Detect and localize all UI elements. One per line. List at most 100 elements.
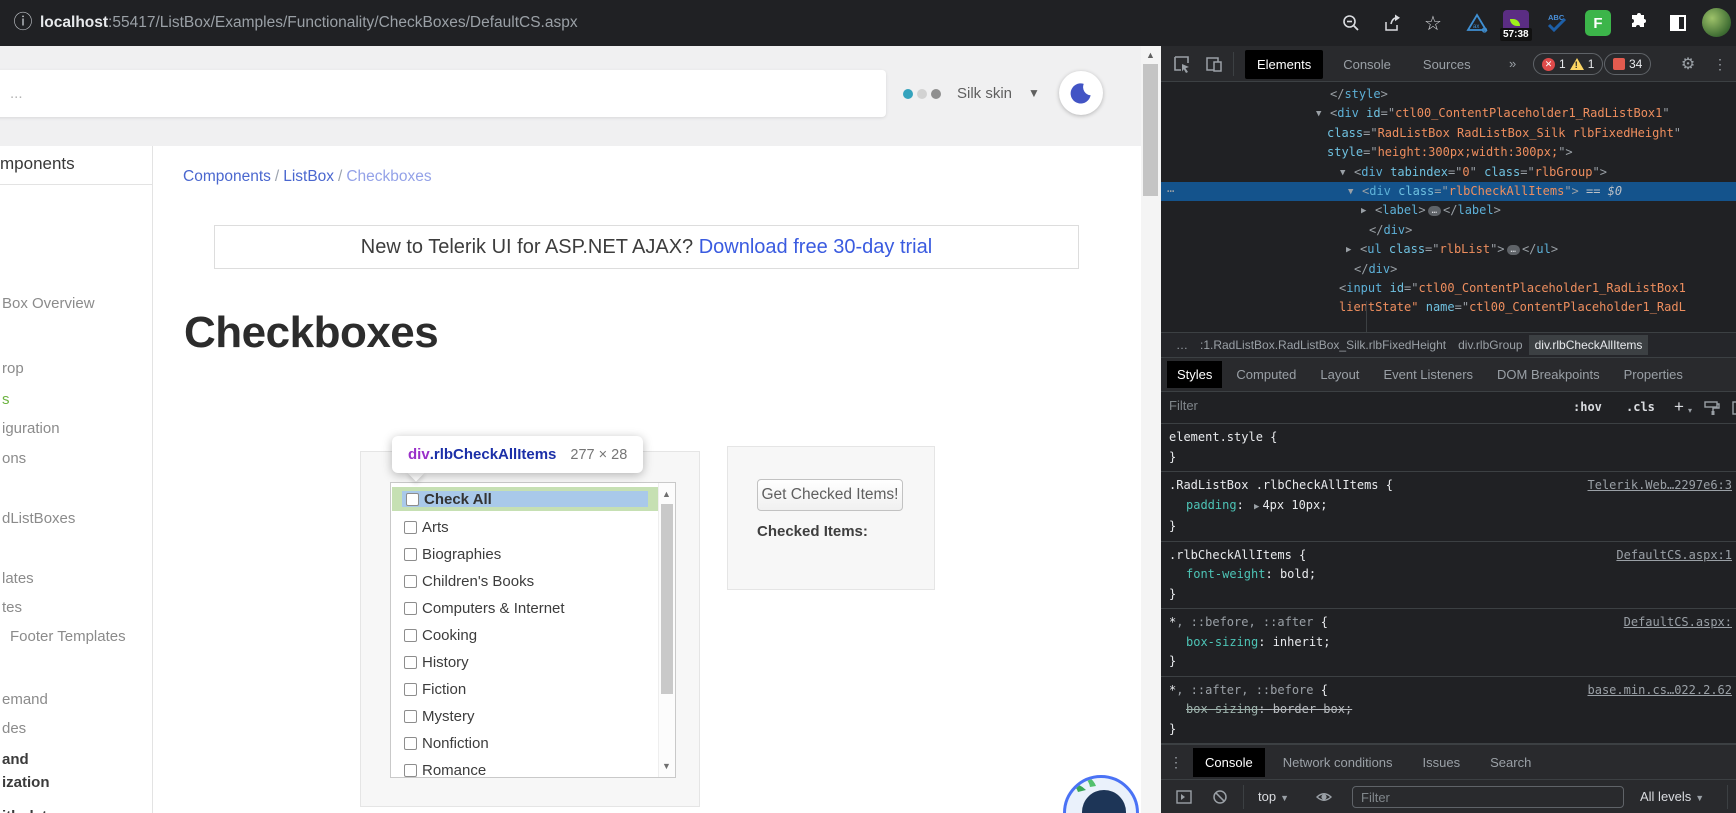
dark-mode-toggle[interactable] — [1059, 71, 1103, 115]
settings-gear-icon[interactable]: ⚙ — [1677, 53, 1699, 75]
spellcheck-extension-icon[interactable]: ABC — [1544, 10, 1570, 36]
cls-toggle[interactable]: .cls — [1626, 400, 1655, 414]
bookmark-star-icon[interactable]: ☆ — [1420, 10, 1446, 36]
chat-widget-avatar[interactable] — [1063, 775, 1139, 813]
tree-node[interactable]: ▼ <div id="ctl00_ContentPlaceholder1_RadL… — [1161, 104, 1736, 123]
listbox-item[interactable]: Biographies — [404, 544, 501, 564]
sidebar-item[interactable]: and — [2, 751, 29, 771]
item-checkbox[interactable] — [404, 709, 417, 723]
dom-breadcrumb-item[interactable]: :1.RadListBox.RadListBox_Silk.rlbFixedHe… — [1194, 335, 1452, 355]
scroll-up-icon[interactable]: ▲ — [662, 489, 671, 499]
node-ellipsis-affordance[interactable]: ⋯ — [1167, 182, 1174, 201]
tab-console[interactable]: Console — [1331, 50, 1403, 79]
sidebar-item[interactable]: rop — [2, 360, 24, 380]
sidebar-item[interactable]: emand — [2, 691, 48, 711]
item-checkbox[interactable] — [404, 655, 417, 669]
get-checked-items-button[interactable]: Get Checked Items! — [757, 479, 903, 511]
css-declaration[interactable]: padding: ▶ 4px 10px; — [1169, 496, 1728, 518]
new-style-rule-button[interactable]: + — [1674, 397, 1684, 417]
item-checkbox[interactable] — [404, 763, 417, 777]
inline-expand-button[interactable]: … — [1506, 244, 1520, 255]
address-url[interactable]: localhost:55417/ListBox/Examples/Functio… — [40, 12, 578, 34]
console-levels-selector[interactable]: All levels ▼ — [1640, 789, 1704, 804]
listbox-item[interactable]: History — [404, 652, 469, 672]
listbox-item[interactable]: Computers & Internet — [404, 598, 565, 618]
tree-node[interactable]: <input id="ctl00_ContentPlaceholder1_Rad… — [1161, 279, 1736, 298]
breadcrumb-item[interactable]: Components — [183, 168, 271, 185]
zoom-out-icon[interactable] — [1338, 10, 1364, 36]
sidebar-item[interactable]: s — [2, 391, 10, 411]
listbox-item[interactable]: Cooking — [404, 625, 477, 645]
stylesheet-source-link[interactable]: base.min.cs…022.2.62 — [1588, 681, 1733, 701]
profile-avatar[interactable] — [1702, 8, 1731, 37]
expand-arrow-closed[interactable]: ▶ — [1361, 202, 1366, 221]
sidebar-item[interactable]: Box Overview — [2, 295, 95, 315]
listbox-item[interactable]: Nonfiction — [404, 733, 489, 753]
css-rule[interactable]: Telerik.Web…2297e6:3 .RadListBox .rlbChec… — [1161, 472, 1736, 542]
axe-extension-icon[interactable]: ax — [1464, 10, 1490, 36]
css-declaration[interactable]: font-weight: bold; — [1169, 565, 1728, 585]
tree-node[interactable]: class="RadListBox RadListBox_Silk rlbFix… — [1161, 124, 1736, 143]
skin-selector-label[interactable]: Silk skin — [957, 84, 1012, 104]
css-rule[interactable]: DefaultCS.aspx:1 .rlbCheckAllItems {font-… — [1161, 542, 1736, 609]
drawer-tab-issues[interactable]: Issues — [1411, 748, 1473, 777]
drawer-menu-icon[interactable]: ⋮ — [1169, 754, 1183, 771]
tree-node[interactable]: ▶ <ul class="rlbList">… </ul> — [1161, 240, 1736, 259]
css-rule[interactable]: base.min.cs…022.2.62 *, ::after, ::before… — [1161, 677, 1736, 744]
console-sidebar-icon[interactable] — [1173, 786, 1195, 808]
tab-elements[interactable]: Elements — [1245, 49, 1324, 79]
tab-properties[interactable]: Properties — [1614, 361, 1693, 388]
sidebar-item[interactable]: ith data — [2, 808, 55, 813]
item-checkbox[interactable] — [404, 520, 417, 534]
sidebar-item[interactable]: ization — [2, 774, 50, 794]
search-input[interactable] — [0, 70, 886, 117]
tree-node[interactable]: ▼ <div tabindex="0" class="rlbGroup"> — [1161, 163, 1736, 182]
drawer-tab-console[interactable]: Console — [1193, 747, 1265, 777]
item-checkbox[interactable] — [404, 736, 417, 750]
errors-warnings-badge[interactable]: ✕ 1 1 — [1533, 53, 1604, 75]
page-scrollbar-thumb[interactable] — [1143, 64, 1158, 196]
device-toolbar-icon[interactable] — [1203, 53, 1225, 75]
more-tabs-icon[interactable]: » — [1505, 56, 1520, 71]
stylesheet-source-link[interactable]: DefaultCS.aspx:1 — [1616, 546, 1732, 566]
sidebar-item[interactable]: Footer Templates — [10, 628, 126, 648]
sidebar-item[interactable]: iguration — [2, 420, 60, 440]
sidebar-item[interactable]: des — [2, 720, 26, 740]
check-all-row[interactable]: Check All — [406, 490, 492, 508]
item-checkbox[interactable] — [404, 682, 417, 696]
item-checkbox[interactable] — [404, 574, 417, 588]
side-panel-icon[interactable] — [1665, 10, 1691, 36]
drawer-tab-search[interactable]: Search — [1478, 748, 1543, 777]
item-checkbox[interactable] — [404, 547, 417, 561]
tree-node[interactable]: lientState" name="ctl00_ContentPlacehold… — [1161, 298, 1736, 317]
page-scrollbar[interactable]: ▲ — [1141, 46, 1161, 813]
dom-breadcrumb-item[interactable]: div.rlbGroup — [1452, 335, 1528, 355]
tree-node[interactable]: </style> — [1161, 85, 1736, 104]
css-rule[interactable]: DefaultCS.aspx: *, ::before, ::after {box… — [1161, 609, 1736, 677]
item-checkbox[interactable] — [404, 601, 417, 615]
css-rule[interactable]: element.style {} — [1161, 424, 1736, 472]
sidebar-item[interactable]: tes — [2, 599, 22, 619]
page-scroll-up-icon[interactable]: ▲ — [1146, 50, 1155, 60]
trial-download-link[interactable]: Download free 30-day trial — [699, 236, 932, 259]
expand-arrow-closed[interactable]: ▶ — [1346, 241, 1351, 260]
stylesheet-source-link[interactable]: DefaultCS.aspx: — [1624, 613, 1732, 633]
breadcrumb-item[interactable]: Checkboxes — [346, 168, 431, 185]
shorthand-expand-icon[interactable]: ▶ — [1251, 502, 1262, 512]
tab-sources[interactable]: Sources — [1411, 50, 1483, 79]
tab-computed[interactable]: Computed — [1226, 361, 1306, 388]
tab-dom-breakpoints[interactable]: DOM Breakpoints — [1487, 361, 1610, 388]
expand-arrow-open[interactable]: ▼ — [1316, 105, 1321, 124]
scrollbar-thumb[interactable] — [661, 504, 673, 694]
listbox-item[interactable]: Fiction — [404, 679, 466, 699]
tab-event-listeners[interactable]: Event Listeners — [1373, 361, 1483, 388]
chevron-down-icon[interactable]: ▼ — [1028, 86, 1040, 100]
fake-filler-extension-icon[interactable]: F — [1585, 10, 1611, 36]
scroll-down-icon[interactable]: ▼ — [662, 761, 671, 771]
sidebar-item[interactable]: ons — [2, 450, 26, 470]
dom-breadcrumb-item[interactable]: div.rlbCheckAllItems — [1528, 335, 1649, 355]
sidebar-item[interactable]: lates — [2, 570, 34, 590]
inspect-element-icon[interactable] — [1171, 53, 1193, 75]
clear-console-icon[interactable] — [1209, 786, 1231, 808]
styles-filter-input[interactable] — [1169, 398, 1549, 413]
